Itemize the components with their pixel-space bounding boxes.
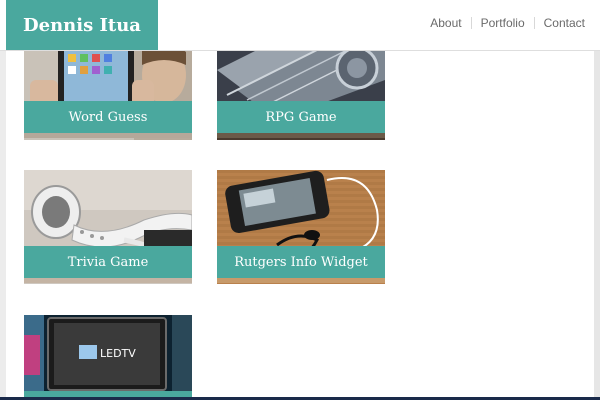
card-title[interactable]: Rutgers Info Widget [217,246,385,278]
card-bottom-strip [24,133,192,138]
portfolio-card-word-guess[interactable]: Word Guess [24,40,192,140]
page-left-border [0,0,6,400]
portfolio-card-trivia-game[interactable]: Trivia Game [24,170,192,284]
page-scrollbar[interactable] [594,0,600,400]
card-bottom-strip [217,133,385,138]
card-bottom-strip [217,278,385,283]
card-title[interactable]: Word Guess [24,101,192,133]
site-logo[interactable]: Dennis Itua [6,0,158,50]
portfolio-card-rutgers-info-widget[interactable]: Rutgers Info Widget [217,170,385,284]
card-title[interactable]: Trivia Game [24,246,192,278]
portfolio-card-led-tv[interactable]: LEDTV [24,315,192,400]
card-title[interactable]: RPG Game [217,101,385,133]
nav-contact[interactable]: Contact [535,16,594,30]
nav-portfolio[interactable]: Portfolio [472,16,534,30]
site-header: Dennis Itua About Portfolio Contact [0,0,600,51]
nav-about[interactable]: About [421,16,470,30]
led-tv-photo: LEDTV [24,315,192,400]
led-tv-logo-text: LEDTV [100,347,136,360]
card-bottom-strip [24,278,192,283]
main-nav: About Portfolio Contact [421,0,594,46]
portfolio-card-rpg-game[interactable]: RPG Game [217,40,385,140]
